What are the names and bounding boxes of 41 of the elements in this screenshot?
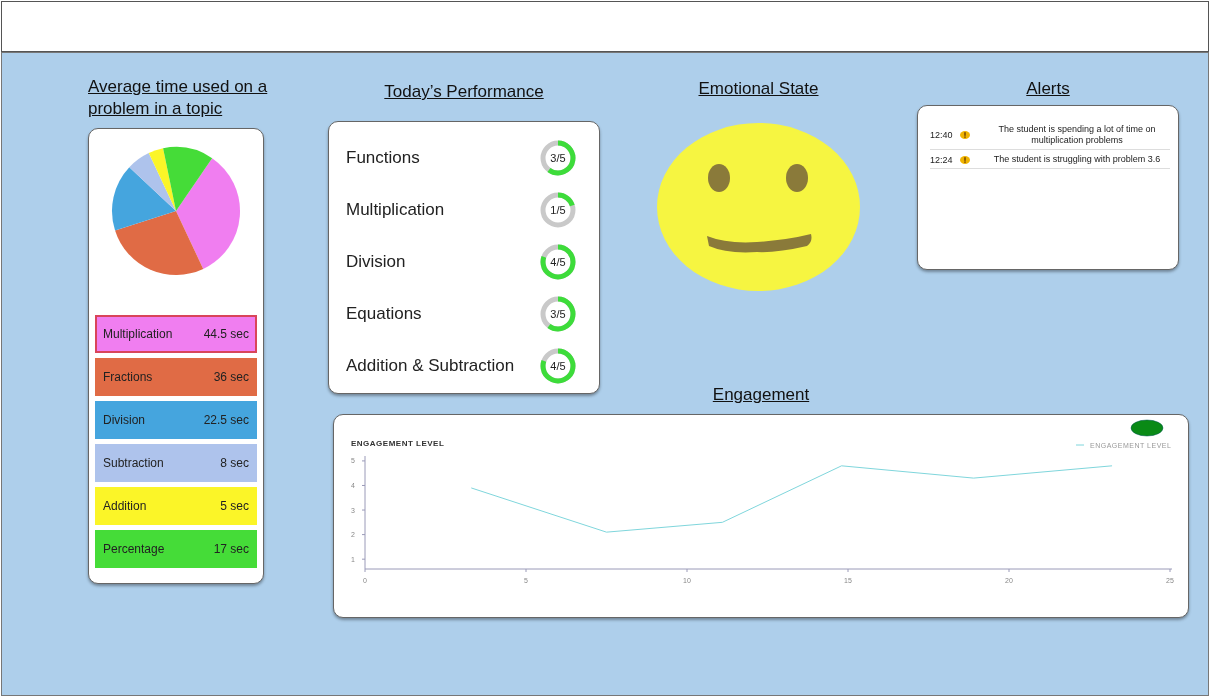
topic-row[interactable]: Subtraction 8 sec <box>95 444 257 482</box>
progress-ring: 3/5 <box>539 139 577 177</box>
topic-time: 17 sec <box>213 542 249 556</box>
topic-name: Addition <box>103 499 147 513</box>
chart-title: ENGAGEMENT LEVEL <box>351 439 445 448</box>
progress-ring: 3/5 <box>539 295 577 333</box>
topic-name: Subtraction <box>103 456 164 470</box>
topic-time: 5 sec <box>220 499 249 513</box>
topic-name: Percentage <box>103 542 165 556</box>
topic-row[interactable]: Division 22.5 sec <box>95 401 257 439</box>
alert-message: The student is spending a lot of time on multiplication problems <box>997 124 1157 146</box>
topic-row[interactable]: Fractions 36 sec <box>95 358 257 396</box>
topic-row[interactable]: Percentage 17 sec <box>95 530 257 568</box>
topic-time: 44.5 sec <box>203 327 249 341</box>
progress-ring: 1/5 <box>539 191 577 229</box>
section-title: Today’s Performance <box>383 81 545 103</box>
section-title: Emotional State <box>697 78 820 100</box>
section-title: Average time used on a problem in a topic <box>88 76 269 120</box>
topic-time: 22.5 sec <box>203 413 249 427</box>
topic-time: 36 sec <box>213 370 249 384</box>
topic-name: Multiplication <box>103 327 173 341</box>
progress-ring: 4/5 <box>539 243 577 281</box>
alert-message: The student is struggling with problem 3.6 <box>992 154 1162 165</box>
topic-name: Functions <box>346 148 420 168</box>
topic-name: Equations <box>346 304 422 324</box>
topic-name: Multiplication <box>346 200 445 220</box>
alert-time: 12:40 <box>930 130 954 140</box>
section-title: Engagement <box>711 384 811 406</box>
topic-name: Addition & Subtraction <box>346 356 515 376</box>
section-title: Alerts <box>1025 78 1071 100</box>
warning-icon <box>960 131 970 139</box>
topic-time: 8 sec <box>220 456 249 470</box>
alert-time: 12:24 <box>930 154 954 165</box>
topic-name: Fractions <box>103 370 153 384</box>
status-indicator <box>1130 419 1164 437</box>
topic-row[interactable]: Multiplication 44.5 sec <box>95 315 257 353</box>
progress-ring: 4/5 <box>539 347 577 385</box>
topic-name: Division <box>346 252 406 272</box>
topic-name: Division <box>103 413 145 427</box>
warning-icon <box>960 155 970 164</box>
topic-row[interactable]: Addition 5 sec <box>95 487 257 525</box>
